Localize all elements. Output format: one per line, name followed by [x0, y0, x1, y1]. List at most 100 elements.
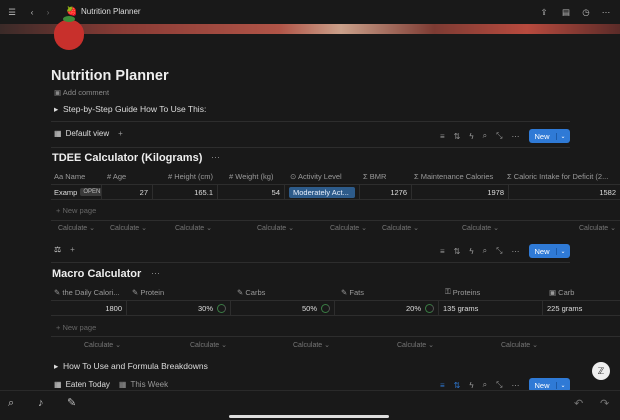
compose-icon[interactable]: ✎ — [67, 396, 76, 409]
col-deficit[interactable]: Σ Caloric Intake for Deficit (2... — [502, 172, 620, 181]
bell-icon[interactable]: ♪ — [38, 397, 44, 409]
calculate-dropdown[interactable]: Calculate ⌄ — [579, 224, 619, 232]
activity-select[interactable]: Moderately Act... — [289, 186, 355, 198]
col-weight[interactable]: # Weight (kg) — [224, 172, 285, 181]
col-proteins[interactable]: ⚿ Proteins — [440, 287, 544, 297]
search-icon[interactable]: ⌕ — [483, 380, 487, 390]
tab-default-view[interactable]: Default view — [66, 129, 110, 138]
calculate-dropdown[interactable]: Calculate ⌄ — [397, 341, 501, 349]
cell-carbs[interactable]: 50% — [231, 301, 335, 315]
col-carbs[interactable]: ✎ Carbs — [232, 288, 336, 297]
expand-icon[interactable]: ⤡ — [496, 131, 502, 141]
filter-icon[interactable]: ≡ — [440, 381, 445, 390]
cell-bmr: 1276 — [360, 185, 412, 199]
col-name[interactable]: Aa Name — [51, 172, 102, 181]
col-activity[interactable]: ⊙ Activity Level — [285, 172, 358, 181]
col-fats-label: Fats — [349, 287, 364, 297]
table-row[interactable]: Examp OPEN 27 165.1 54 Moderately Act... … — [51, 184, 620, 200]
calculate-dropdown[interactable]: Calculate ⌄ — [293, 341, 397, 349]
col-maintenance[interactable]: Σ Maintenance Calories — [409, 172, 502, 181]
filter-icon[interactable]: ≡ — [440, 247, 445, 256]
calculate-dropdown[interactable]: Calculate ⌄ — [190, 341, 293, 349]
redo-icon[interactable]: ↷ — [600, 397, 609, 410]
sort-icon[interactable]: ⇅ — [454, 247, 461, 256]
add-view-icon[interactable]: + — [70, 245, 75, 254]
more-options-icon[interactable]: ⋯ — [512, 132, 520, 141]
calculate-dropdown[interactable]: Calculate ⌄ — [175, 224, 257, 232]
cell-fats[interactable]: 20% — [335, 301, 439, 315]
cell-daily-calories[interactable]: 1800 — [51, 301, 127, 315]
expand-icon[interactable]: ⤡ — [496, 246, 502, 256]
pencil-icon: ✎ — [54, 287, 63, 297]
more-options-icon[interactable]: ⋯ — [512, 247, 520, 256]
calculate-dropdown[interactable]: Calculate ⌄ — [330, 224, 382, 232]
calculate-dropdown[interactable]: Calculate ⌄ — [382, 224, 462, 232]
chevron-down-icon[interactable]: ⌄ — [555, 132, 570, 140]
tdee-new-page[interactable]: + New page — [56, 206, 96, 215]
automation-icon[interactable]: ϟ — [469, 247, 473, 256]
calculate-dropdown[interactable]: Calculate ⌄ — [110, 224, 175, 232]
chevron-down-icon[interactable]: ⌄ — [555, 381, 570, 389]
new-button[interactable]: New ⌄ — [528, 244, 570, 258]
search-icon[interactable]: ⌕ — [483, 131, 487, 141]
tab-eaten-today[interactable]: Eaten Today — [66, 380, 110, 389]
automation-icon[interactable]: ϟ — [469, 381, 473, 390]
comments-icon[interactable]: ▤ — [558, 4, 574, 20]
guide-toggle[interactable]: ▸ Step-by-Step Guide How To Use This: — [54, 104, 206, 115]
calculate-dropdown[interactable]: Calculate ⌄ — [501, 341, 585, 349]
cell-weight[interactable]: 54 — [218, 185, 285, 199]
tdee-more-icon[interactable]: ⋯ — [211, 152, 220, 163]
cell-protein-text: 30% — [197, 303, 213, 313]
col-carb[interactable]: ▣ Carb — [544, 288, 614, 297]
col-height[interactable]: # Height (cm) — [163, 172, 224, 181]
search-icon[interactable]: ⌕ — [483, 246, 487, 256]
sort-icon[interactable]: ⇅ — [454, 381, 461, 390]
history-icon[interactable]: ◷ — [578, 4, 594, 20]
cell-height[interactable]: 165.1 — [153, 185, 218, 199]
cell-carbs-text: 50% — [301, 303, 317, 313]
calculate-dropdown[interactable]: Calculate ⌄ — [58, 224, 110, 232]
help-button[interactable]: ℤ — [592, 362, 610, 380]
cell-activity[interactable]: Moderately Act... — [285, 185, 360, 199]
calculate-dropdown[interactable]: Calculate ⌄ — [462, 224, 579, 232]
tab-this-week[interactable]: This Week — [130, 380, 168, 389]
share-icon[interactable]: ⇪ — [536, 4, 552, 20]
formula-toggle[interactable]: ▸ How To Use and Formula Breakdowns — [54, 361, 208, 372]
bottom-bar: ⌕ ♪ ✎ ↶ ↷ — [0, 390, 620, 420]
automation-icon[interactable]: ϟ — [469, 132, 473, 141]
more-options-icon[interactable]: ⋯ — [512, 381, 520, 390]
expand-icon[interactable]: ⤡ — [496, 380, 502, 390]
sort-icon[interactable]: ⇅ — [454, 132, 461, 141]
more-icon[interactable]: ⋯ — [598, 4, 614, 20]
cell-age[interactable]: 27 — [102, 185, 153, 199]
col-daily-calories[interactable]: ✎ the Daily Calori... — [51, 288, 127, 297]
macro-title: Macro Calculator — [52, 268, 142, 280]
undo-icon[interactable]: ↶ — [574, 397, 583, 410]
cell-protein[interactable]: 30% — [127, 301, 231, 315]
col-fats[interactable]: ✎ Fats — [336, 288, 440, 297]
macro-more-icon[interactable]: ⋯ — [151, 268, 160, 279]
macro-new-page[interactable]: + New page — [56, 323, 96, 332]
filter-icon[interactable]: ≡ — [440, 132, 445, 141]
table-row[interactable]: 1800 30% 50% 20% 135 grams 225 grams — [51, 300, 620, 316]
new-button[interactable]: New ⌄ — [528, 129, 570, 143]
cell-name[interactable]: Examp OPEN — [51, 185, 102, 199]
col-protein[interactable]: ✎ Protein — [127, 288, 232, 297]
add-comment[interactable]: ▣ Add comment — [54, 88, 109, 97]
strawberry-icon[interactable] — [54, 16, 84, 50]
col-bmr[interactable]: Σ BMR — [358, 172, 409, 181]
calculate-dropdown[interactable]: Calculate ⌄ — [257, 224, 330, 232]
page-breadcrumb[interactable]: Nutrition Planner — [81, 7, 141, 16]
calculate-dropdown[interactable]: Calculate ⌄ — [84, 341, 190, 349]
add-view-icon[interactable]: + — [118, 129, 123, 138]
chevron-down-icon[interactable]: ⌄ — [555, 247, 570, 255]
open-button[interactable]: OPEN — [80, 188, 101, 196]
menu-icon[interactable]: ☰ — [4, 4, 20, 20]
forward-icon[interactable]: › — [40, 4, 56, 20]
scale-icon[interactable]: ⚖ — [54, 245, 61, 254]
search-icon[interactable]: ⌕ — [8, 397, 14, 410]
col-age[interactable]: # Age — [102, 172, 163, 181]
tdee-title: TDEE Calculator (Kilograms) — [52, 152, 203, 164]
new-button-label: New — [534, 131, 550, 141]
back-icon[interactable]: ‹ — [24, 4, 40, 20]
